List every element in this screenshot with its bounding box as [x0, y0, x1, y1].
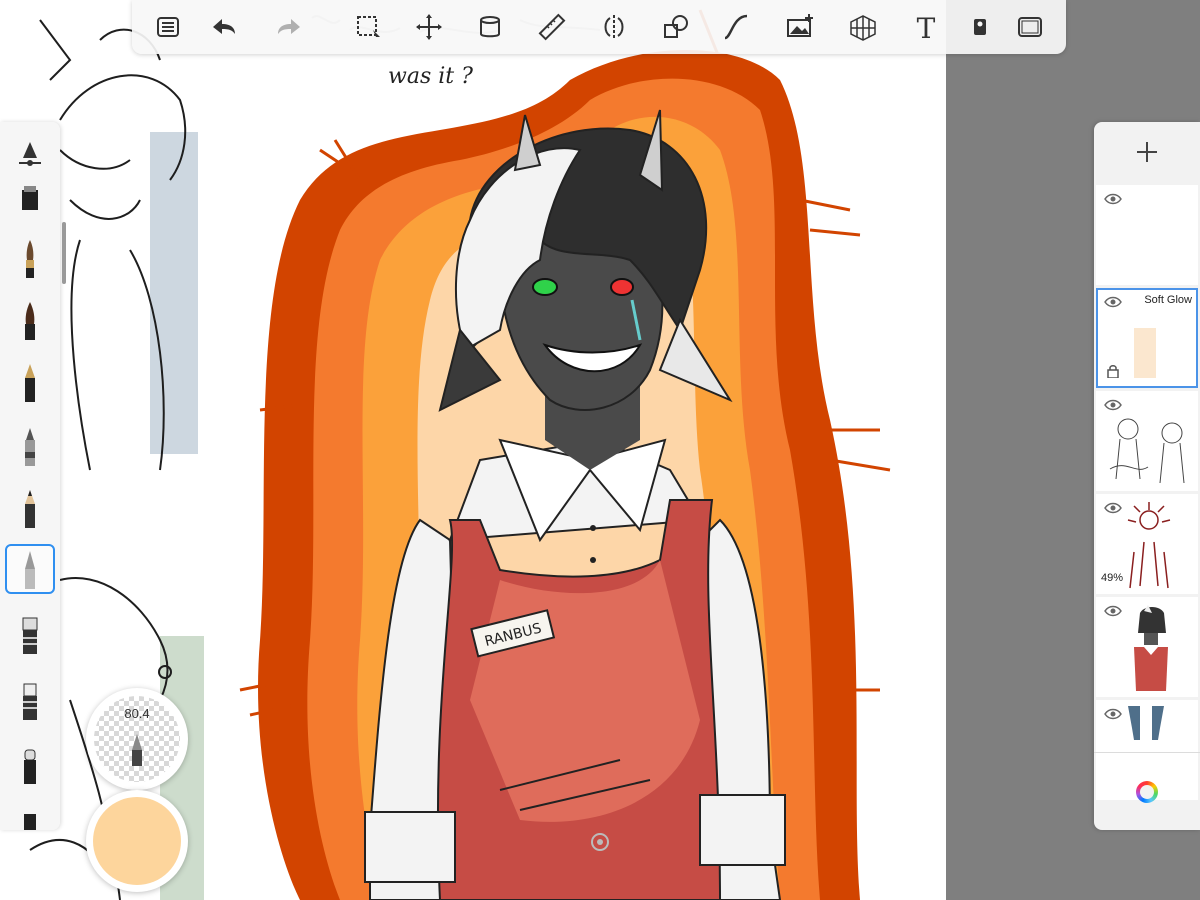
- pencil-brush[interactable]: [6, 484, 54, 532]
- curve-icon[interactable]: [716, 9, 756, 45]
- soft-airbrush-brush[interactable]: [5, 544, 55, 594]
- layer-thumbnail: [1127, 502, 1171, 589]
- flat-marker-brush[interactable]: [6, 676, 54, 724]
- layer-item-selected[interactable]: Soft Glow: [1096, 288, 1198, 388]
- plus-icon: [1137, 142, 1157, 162]
- top-toolbar: T: [132, 0, 1066, 54]
- color-wheel-icon: [1136, 781, 1158, 803]
- ruler-icon[interactable]: [532, 9, 572, 45]
- undo-icon[interactable]: [204, 9, 244, 45]
- layer-thumbnail: [1134, 605, 1168, 691]
- layer-item[interactable]: [1096, 597, 1198, 697]
- round-eraser-brush[interactable]: [6, 740, 54, 788]
- shape-icon[interactable]: [656, 9, 696, 45]
- sketch-panel-blue: [150, 132, 198, 454]
- brush-size-value: 80.4: [124, 706, 150, 721]
- layer-thumbnail: [1109, 418, 1185, 484]
- paintbrush-brush[interactable]: [6, 234, 54, 282]
- layer-name: Soft Glow: [1144, 294, 1192, 306]
- layer-item[interactable]: 49%: [1096, 494, 1198, 594]
- color-puck[interactable]: [86, 790, 188, 892]
- layer-item[interactable]: [1096, 185, 1198, 285]
- svg-text:T: T: [917, 12, 936, 42]
- brush-size-puck[interactable]: 80.4: [86, 688, 188, 790]
- lock-icon[interactable]: [1107, 364, 1119, 378]
- text-icon[interactable]: T: [906, 9, 946, 45]
- brush-scrollbar[interactable]: [62, 222, 66, 284]
- add-layer-button[interactable]: [1094, 122, 1200, 182]
- fill-bucket-icon[interactable]: [470, 9, 510, 45]
- handwritten-note: was it ?: [388, 64, 473, 89]
- color-picker-button[interactable]: [1094, 752, 1200, 830]
- brush-library: [0, 122, 60, 830]
- marker-brush[interactable]: [6, 180, 54, 228]
- redo-icon[interactable]: [269, 9, 309, 45]
- brush-settings-icon[interactable]: [6, 130, 54, 178]
- eye-icon[interactable]: [1104, 708, 1122, 720]
- layer-thumbnail: [1128, 706, 1164, 740]
- chisel-marker-brush[interactable]: [6, 610, 54, 658]
- stencil-icon[interactable]: [960, 9, 1000, 45]
- insert-image-icon[interactable]: [780, 9, 820, 45]
- layers-panel: Soft Glow 49%: [1094, 122, 1200, 830]
- fountain-pen-brush[interactable]: [6, 358, 54, 406]
- layer-item[interactable]: [1096, 391, 1198, 491]
- eye-icon[interactable]: [1104, 296, 1122, 308]
- eye-icon[interactable]: [1104, 502, 1122, 514]
- fullscreen-icon[interactable]: [1010, 9, 1050, 45]
- perspective-grid-icon[interactable]: [843, 9, 883, 45]
- symmetry-icon[interactable]: [594, 9, 634, 45]
- ink-brush[interactable]: [6, 296, 54, 344]
- eye-icon[interactable]: [1104, 605, 1122, 617]
- eye-icon[interactable]: [1104, 193, 1122, 205]
- square-brush[interactable]: [6, 798, 54, 830]
- layer-thumbnail: [1134, 328, 1156, 378]
- airbrush-brush[interactable]: [6, 422, 54, 470]
- transform-icon[interactable]: [409, 9, 449, 45]
- current-brush-icon: [132, 734, 142, 766]
- layers-list-icon[interactable]: [148, 9, 188, 45]
- current-color-swatch: [93, 797, 181, 885]
- selection-icon[interactable]: [348, 9, 388, 45]
- layer-opacity: 49%: [1101, 572, 1124, 584]
